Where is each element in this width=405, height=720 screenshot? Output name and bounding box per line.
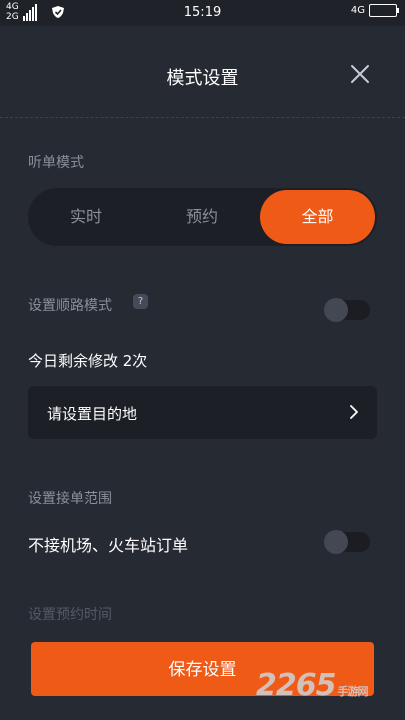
listen-mode-option-reserve[interactable]: 预约 [144, 188, 260, 246]
route-mode-label: 设置顺路模式 [28, 298, 112, 314]
listen-mode-label: 听单模式 [28, 155, 84, 171]
range-label: 设置接单范围 [28, 491, 112, 507]
page-title: 模式设置 [166, 68, 239, 89]
status-bar-right: 4G [350, 4, 399, 17]
listen-mode-option-all[interactable]: 全部 [260, 190, 375, 244]
chevron-right-icon [350, 405, 358, 419]
header: 模式设置 [0, 26, 405, 118]
toggle-knob [324, 298, 348, 322]
listen-mode-selector: 实时 预约 全部 [28, 188, 377, 246]
exclude-station-toggle[interactable] [324, 530, 370, 554]
watermark-sub: 手游网 [337, 685, 369, 698]
exclude-station-label: 不接机场、火车站订单 [28, 536, 189, 555]
toggle-knob [324, 530, 348, 554]
listen-mode-option-realtime[interactable]: 实时 [28, 188, 144, 246]
reserve-time-label: 设置预约时间 [28, 607, 112, 623]
destination-placeholder: 请设置目的地 [47, 405, 138, 423]
destination-selector[interactable]: 请设置目的地 [28, 386, 377, 439]
header-divider [0, 117, 405, 118]
help-icon[interactable]: ? [133, 294, 148, 309]
battery-icon [369, 4, 399, 17]
close-icon[interactable] [348, 62, 372, 86]
watermark-main: 2265 [256, 668, 336, 703]
remaining-changes: 今日剩余修改 2次 [28, 352, 148, 370]
network-type-right: 4G [350, 5, 365, 16]
status-time: 15:19 [183, 5, 222, 20]
route-mode-toggle[interactable] [324, 298, 370, 322]
status-bar: 4G 2G 15:19 4G [0, 0, 405, 26]
watermark-logo: 2265 手游网 [256, 668, 369, 703]
